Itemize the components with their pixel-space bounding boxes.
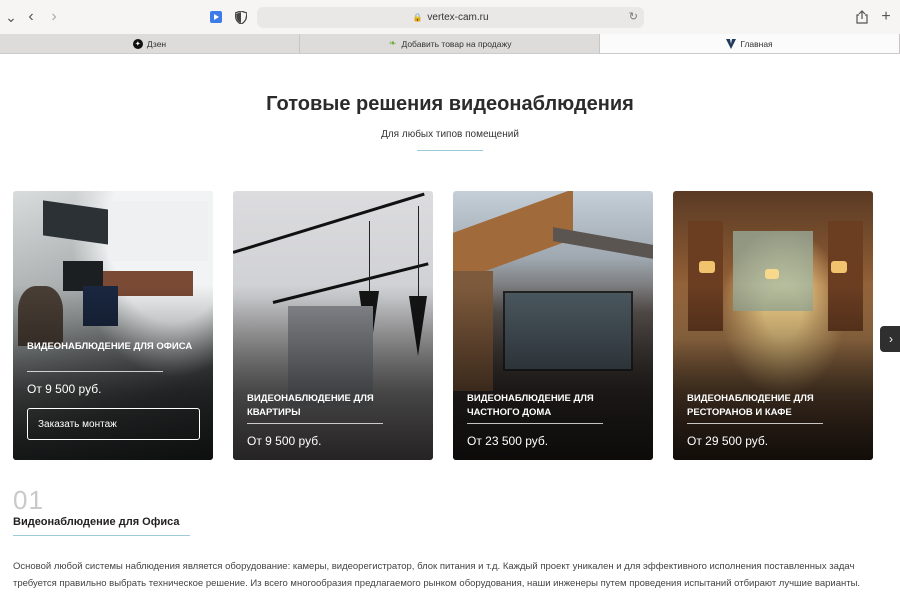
back-icon[interactable]: ‹ xyxy=(22,8,40,26)
tab-bar: ✦ Дзен ❧ Добавить товар на продажу Главн… xyxy=(0,34,900,54)
browser-toolbar: ⌄ ‹ › 🔒 vertex-cam.ru ↻ + xyxy=(0,0,900,34)
page-title: Готовые решения видеонаблюдения xyxy=(266,93,634,115)
media-extension-icon[interactable] xyxy=(207,8,225,26)
card-restaurant[interactable]: Видеонаблюдение для ресторанов и кафе От… xyxy=(673,191,873,460)
card-title: Видеонаблюдение для офиса xyxy=(27,341,193,352)
tab-home[interactable]: Главная xyxy=(600,34,900,53)
leaf-icon: ❧ xyxy=(388,38,397,48)
shield-icon[interactable] xyxy=(232,8,250,26)
section-underline xyxy=(13,535,190,536)
v-logo-icon xyxy=(726,38,737,49)
card-price: От 29 500 руб. xyxy=(687,434,769,448)
card-house[interactable]: Видеонаблюдение для частного дома От 23 … xyxy=(453,191,653,460)
new-tab-icon[interactable]: + xyxy=(877,8,895,26)
tab-label: Главная xyxy=(740,38,773,49)
card-divider xyxy=(687,423,823,424)
reload-icon[interactable]: ↻ xyxy=(629,10,638,23)
section-title: Видеонаблюдение для Офиса xyxy=(13,516,180,528)
dzen-icon: ✦ xyxy=(132,38,143,49)
order-install-button[interactable]: Заказать монтаж xyxy=(27,408,200,440)
url-text: vertex-cam.ru xyxy=(427,12,489,23)
card-divider xyxy=(247,423,383,424)
card-apartment[interactable]: Видеонаблюдение для квартиры От 9 500 ру… xyxy=(233,191,433,460)
card-title: Видеонаблюдение для частного дома xyxy=(467,393,594,418)
card-price: От 23 500 руб. xyxy=(467,434,549,448)
address-bar[interactable]: 🔒 vertex-cam.ru ↻ xyxy=(257,7,644,28)
card-price: От 9 500 руб. xyxy=(247,434,322,448)
card-divider xyxy=(467,423,603,424)
forward-icon[interactable]: › xyxy=(45,8,63,26)
sidebar-chevron-icon[interactable]: ⌄ xyxy=(2,8,20,26)
section-text: Основой любой системы наблюдения являетс… xyxy=(13,561,861,589)
card-title: Видеонаблюдение для квартиры xyxy=(247,393,374,418)
chevron-right-icon: › xyxy=(889,332,893,346)
card-title: Видеонаблюдение для ресторанов и кафе xyxy=(687,393,814,418)
card-divider xyxy=(27,371,163,372)
tab-add-product[interactable]: ❧ Добавить товар на продажу xyxy=(300,34,600,53)
card-price: От 9 500 руб. xyxy=(27,382,102,396)
tab-label: Дзен xyxy=(146,38,167,49)
carousel-next-button[interactable]: › xyxy=(880,326,900,352)
card-office[interactable]: Видеонаблюдение для офиса От 9 500 руб. … xyxy=(13,191,213,460)
page-subtitle: Для любых типов помещений xyxy=(381,129,519,140)
tab-label: Добавить товар на продажу xyxy=(401,38,512,49)
title-underline xyxy=(417,150,483,151)
tab-dzen[interactable]: ✦ Дзен xyxy=(0,34,300,53)
lock-icon: 🔒 xyxy=(412,13,423,22)
share-icon[interactable] xyxy=(853,8,871,26)
section-number: 01 xyxy=(13,485,44,515)
